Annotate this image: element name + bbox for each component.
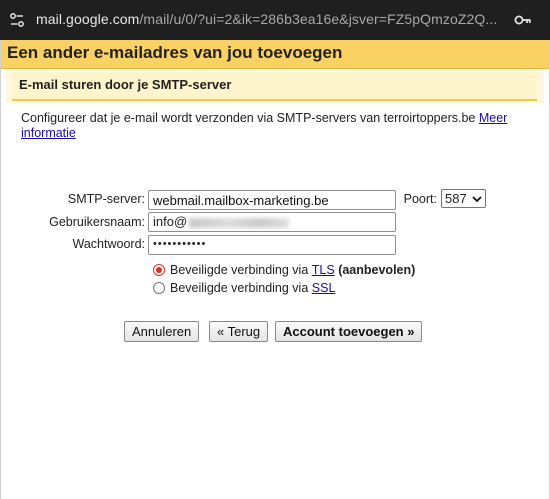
port-label: Poort:	[403, 192, 437, 206]
dialog-subtitle-bar: E-mail sturen door je SMTP-server	[12, 72, 537, 101]
tls-prefix: Beveiligde verbinding via	[170, 263, 309, 277]
dialog-panel: E-mail sturen door je SMTP-server Config…	[6, 69, 544, 499]
port-select[interactable]: 587	[441, 189, 486, 208]
password-label: Wachtwoord:	[72, 237, 145, 251]
username-input[interactable]: info@	[148, 212, 396, 232]
tls-radio[interactable]	[153, 264, 165, 276]
password-value: •••••••••••	[153, 238, 207, 250]
url-host: mail.google.com	[36, 11, 140, 27]
url-text[interactable]: mail.google.com/mail/u/0/?ui=2&ik=286b3e…	[36, 11, 504, 27]
ssl-link[interactable]: SSL	[312, 281, 336, 295]
intro-text: Configureer dat je e-mail wordt verzonde…	[21, 111, 536, 141]
dialog-title: Een ander e-mailadres van jou toevoegen	[7, 43, 343, 62]
redacted-domain	[189, 217, 290, 228]
ssl-radio[interactable]	[153, 282, 165, 294]
username-label: Gebruikersnaam:	[49, 215, 145, 229]
password-key-icon[interactable]	[514, 12, 532, 28]
add-account-button[interactable]: Account toevoegen »	[275, 321, 423, 342]
ssl-option[interactable]: Beveiligde verbinding via SSL	[153, 281, 335, 295]
ssl-prefix: Beveiligde verbinding via	[170, 281, 309, 295]
back-button[interactable]: « Terug	[209, 321, 269, 342]
smtp-server-label: SMTP-server:	[67, 192, 145, 206]
tls-option[interactable]: Beveiligde verbinding via TLS (aanbevole…	[153, 263, 415, 277]
intro-description: Configureer dat je e-mail wordt verzonde…	[21, 111, 476, 125]
browser-address-bar[interactable]: mail.google.com/mail/u/0/?ui=2&ik=286b3e…	[0, 0, 550, 40]
chevron-down-icon	[472, 195, 482, 202]
dialog-subtitle: E-mail sturen door je SMTP-server	[19, 77, 232, 92]
url-path: /mail/u/0/?ui=2&ik=286b3ea16e&jsver=FZ5p…	[139, 11, 498, 27]
port-value: 587	[445, 191, 467, 206]
dialog-page: Een ander e-mailadres van jou toevoegen …	[0, 40, 550, 499]
cancel-button[interactable]: Annuleren	[124, 321, 200, 342]
username-value: info@	[153, 214, 188, 229]
password-input[interactable]: •••••••••••	[148, 235, 396, 255]
tls-link[interactable]: TLS	[312, 263, 335, 277]
dialog-content: Configureer dat je e-mail wordt verzonde…	[6, 103, 544, 499]
tls-recommended: (aanbevolen)	[338, 263, 416, 277]
dialog-title-bar: Een ander e-mailadres van jou toevoegen	[1, 40, 549, 69]
site-settings-icon[interactable]	[9, 12, 25, 28]
